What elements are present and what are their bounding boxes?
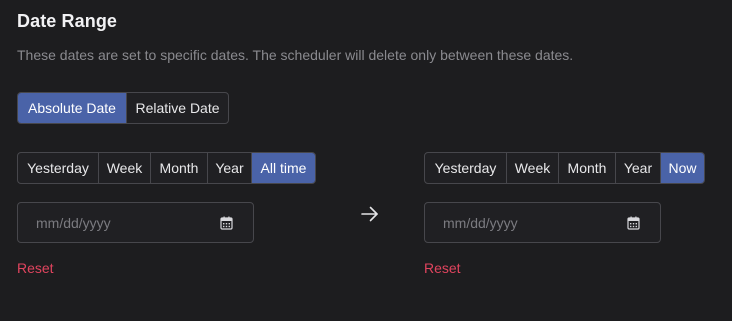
end-date-placeholder: mm/dd/yyyy — [443, 214, 518, 231]
end-preset-group: Yesterday Week Month Year Now — [424, 152, 705, 184]
start-reset-link[interactable]: Reset — [17, 260, 54, 276]
start-date-placeholder: mm/dd/yyyy — [36, 214, 111, 231]
end-preset-now[interactable]: Now — [661, 153, 704, 183]
start-preset-group: Yesterday Week Month Year All time — [17, 152, 316, 184]
start-date-input[interactable]: mm/dd/yyyy — [17, 202, 254, 243]
start-preset-year[interactable]: Year — [208, 153, 252, 183]
end-preset-month[interactable]: Month — [559, 153, 616, 183]
end-preset-yesterday[interactable]: Yesterday — [425, 153, 507, 183]
date-mode-toggle: Absolute Date Relative Date — [17, 92, 229, 124]
relative-date-option[interactable]: Relative Date — [127, 93, 228, 123]
end-date-input[interactable]: mm/dd/yyyy — [424, 202, 661, 243]
end-preset-year[interactable]: Year — [616, 153, 661, 183]
start-preset-yesterday[interactable]: Yesterday — [18, 153, 99, 183]
end-preset-week[interactable]: Week — [507, 153, 559, 183]
date-range-title: Date Range — [17, 11, 118, 31]
start-preset-all-time[interactable]: All time — [252, 153, 315, 183]
date-range-description: These dates are set to specific dates. T… — [17, 47, 574, 63]
start-preset-week[interactable]: Week — [99, 153, 151, 183]
absolute-date-option[interactable]: Absolute Date — [18, 93, 127, 123]
calendar-icon[interactable] — [220, 216, 233, 230]
start-preset-month[interactable]: Month — [151, 153, 208, 183]
calendar-icon[interactable] — [627, 216, 640, 230]
arrow-right-icon — [360, 205, 380, 223]
end-reset-link[interactable]: Reset — [424, 260, 461, 276]
